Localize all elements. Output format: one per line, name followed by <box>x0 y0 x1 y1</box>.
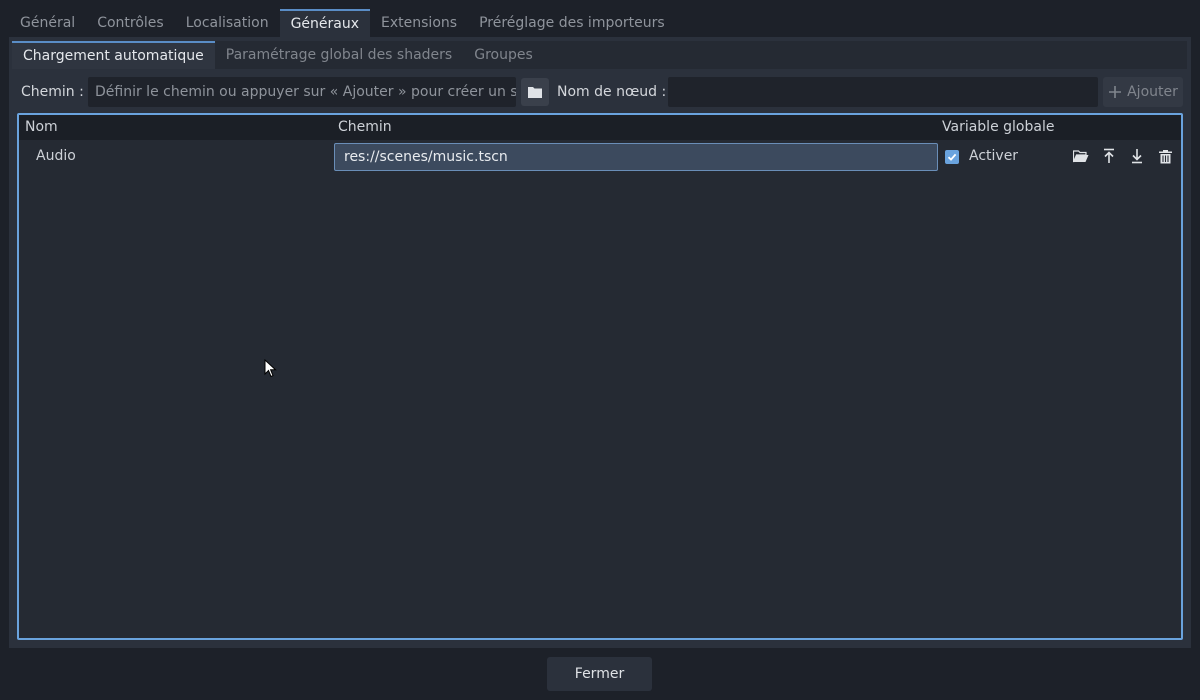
tab-controls[interactable]: Contrôles <box>86 9 175 37</box>
subtab-shader-globals[interactable]: Paramétrage global des shaders <box>215 41 463 69</box>
autoload-table: Nom Chemin Variable globale Audio res://… <box>17 113 1183 640</box>
table-row[interactable]: Audio res://scenes/music.tscn Activer <box>19 141 1181 171</box>
column-global-variable: Variable globale <box>942 119 1055 135</box>
column-name: Nom <box>25 119 58 135</box>
subtab-bar: Chargement automatique Paramétrage globa… <box>12 41 1187 69</box>
remove-button[interactable] <box>1156 147 1174 165</box>
open-folder-icon <box>1073 149 1089 162</box>
add-button[interactable]: Ajouter <box>1103 77 1183 107</box>
path-input[interactable]: Définir le chemin ou appuyer sur « Ajout… <box>88 77 516 107</box>
autoload-path-field[interactable]: res://scenes/music.tscn <box>334 143 938 171</box>
tab-generaux[interactable]: Généraux <box>279 9 371 37</box>
close-button[interactable]: Fermer <box>547 657 652 691</box>
tab-importer-presets[interactable]: Préréglage des importeurs <box>468 9 676 37</box>
folder-icon <box>528 87 542 98</box>
path-label: Chemin : <box>21 84 84 100</box>
autoload-name[interactable]: Audio <box>36 141 76 171</box>
tab-extensions[interactable]: Extensions <box>370 9 468 37</box>
table-header: Nom Chemin Variable globale <box>19 115 1181 140</box>
subtab-groups[interactable]: Groupes <box>463 41 544 69</box>
enable-label: Activer <box>969 148 1019 164</box>
browse-folder-button[interactable] <box>521 78 549 106</box>
arrow-down-icon <box>1132 149 1142 164</box>
trash-icon <box>1158 149 1172 163</box>
subtab-autoload[interactable]: Chargement automatique <box>12 41 215 69</box>
move-down-button[interactable] <box>1128 147 1146 165</box>
autoload-path-row: Chemin : Définir le chemin ou appuyer su… <box>12 77 1187 107</box>
node-name-input[interactable] <box>668 77 1098 107</box>
node-name-label: Nom de nœud : <box>557 84 667 100</box>
project-settings-tabs: Général Contrôles Localisation Généraux … <box>9 9 1191 37</box>
tab-general[interactable]: Général <box>9 9 86 37</box>
enable-checkbox[interactable] <box>945 150 959 164</box>
add-button-label: Ajouter <box>1127 84 1178 100</box>
arrow-up-icon <box>1104 148 1114 163</box>
column-path: Chemin <box>338 119 392 135</box>
plus-icon <box>1109 86 1122 98</box>
settings-panel: Chargement automatique Paramétrage globa… <box>9 37 1191 648</box>
tab-localisation[interactable]: Localisation <box>175 9 280 37</box>
open-folder-button[interactable] <box>1072 147 1090 165</box>
mouse-cursor-icon <box>264 359 277 378</box>
move-up-button[interactable] <box>1100 147 1118 165</box>
checkmark-icon <box>947 153 957 161</box>
